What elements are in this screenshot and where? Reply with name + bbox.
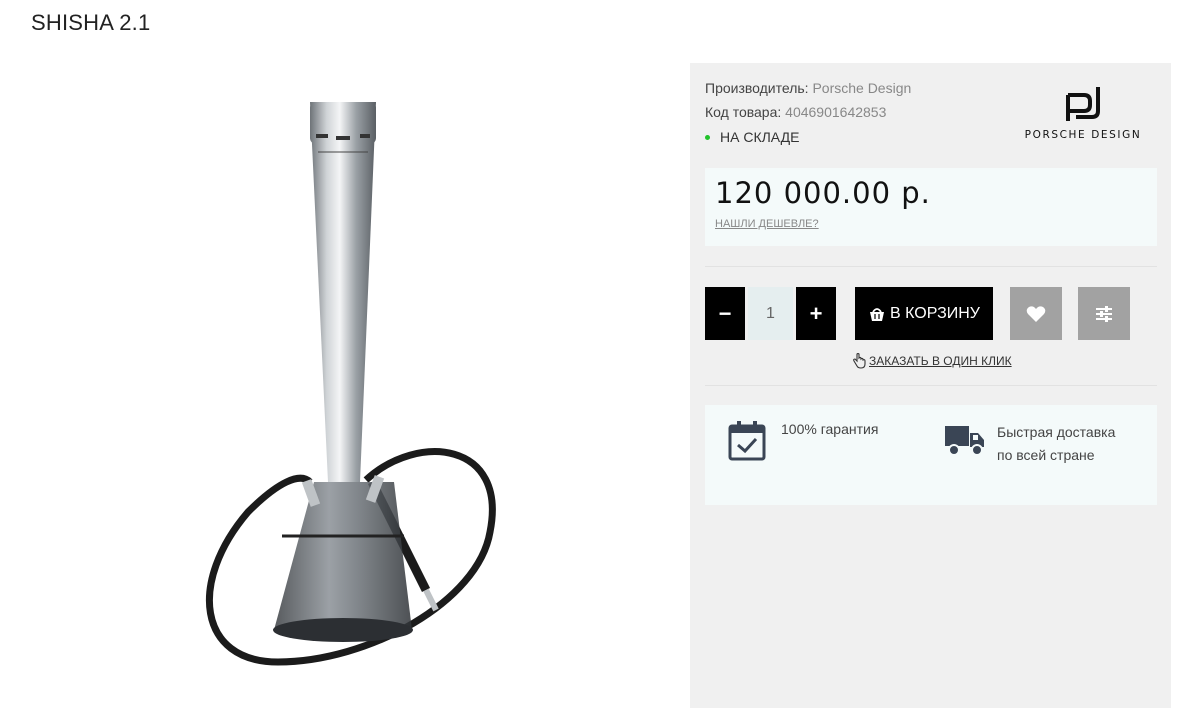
product-meta: Производитель: Porsche Design Код товара… bbox=[705, 76, 911, 124]
porsche-design-logo-mark: PORSCHE DESIGN bbox=[1025, 87, 1142, 141]
add-to-compare-button[interactable] bbox=[1078, 287, 1130, 340]
sku-row: Код товара: 4046901642853 bbox=[705, 100, 911, 124]
divider bbox=[705, 385, 1157, 386]
stock-label: НА СКЛАДЕ bbox=[720, 129, 800, 145]
add-to-favorites-button[interactable] bbox=[1010, 287, 1062, 340]
add-to-cart-button[interactable]: В КОРЗИНУ bbox=[855, 287, 993, 340]
sku-value: 4046901642853 bbox=[785, 104, 887, 120]
quantity-increase-button[interactable]: + bbox=[796, 287, 836, 340]
truck-icon bbox=[945, 423, 985, 462]
product-image[interactable] bbox=[38, 62, 670, 690]
basket-icon bbox=[870, 307, 885, 321]
one-click-label: ЗАКАЗАТЬ В ОДИН КЛИК bbox=[869, 354, 1012, 368]
add-to-cart-label: В КОРЗИНУ bbox=[890, 304, 980, 322]
features-box: 100% гарантия Быстрая доставка по всей с… bbox=[705, 405, 1157, 505]
svg-text:PORSCHE DESIGN: PORSCHE DESIGN bbox=[1025, 129, 1142, 141]
manufacturer-value[interactable]: Porsche Design bbox=[812, 80, 911, 96]
product-title: SHISHA 2.1 bbox=[31, 10, 151, 35]
heart-icon bbox=[1026, 305, 1046, 322]
sku-label: Код товара: bbox=[705, 104, 782, 120]
delivery-line2: по всей стране bbox=[997, 447, 1095, 463]
price-box: 120 000.00 р. НАШЛИ ДЕШЕВЛЕ? bbox=[705, 168, 1157, 246]
delivery-line1: Быстрая доставка bbox=[997, 424, 1116, 440]
manufacturer-label: Производитель: bbox=[705, 80, 809, 96]
stock-dot-icon bbox=[705, 134, 710, 140]
divider bbox=[705, 266, 1157, 267]
one-click-order-link[interactable]: ЗАКАЗАТЬ В ОДИН КЛИК bbox=[852, 353, 1012, 369]
delivery-text: Быстрая доставка по всей стране bbox=[997, 421, 1115, 467]
calendar-check-icon bbox=[727, 420, 767, 467]
manufacturer-row: Производитель: Porsche Design bbox=[705, 76, 911, 100]
product-info-panel: Производитель: Porsche Design Код товара… bbox=[690, 63, 1171, 708]
sliders-icon bbox=[1096, 305, 1112, 322]
found-cheaper-link[interactable]: НАШЛИ ДЕШЕВЛЕ? bbox=[715, 218, 819, 230]
quantity-decrease-button[interactable]: − bbox=[705, 287, 745, 340]
product-price: 120 000.00 р. bbox=[715, 176, 931, 210]
stock-status: НА СКЛАДЕ bbox=[705, 129, 799, 145]
brand-logo[interactable]: PORSCHE DESIGN bbox=[1010, 83, 1156, 143]
hookah-illustration bbox=[205, 102, 496, 666]
hand-pointer-icon bbox=[853, 353, 866, 369]
quantity-input[interactable] bbox=[748, 287, 793, 340]
guarantee-text: 100% гарантия bbox=[781, 421, 879, 437]
